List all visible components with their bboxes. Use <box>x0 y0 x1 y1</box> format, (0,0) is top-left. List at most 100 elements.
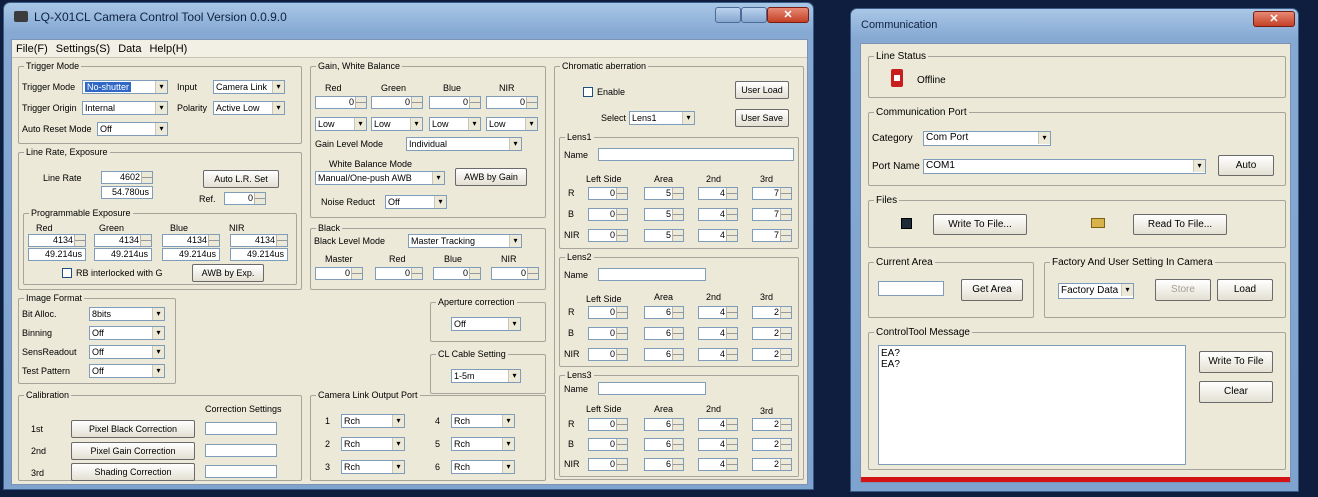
trigger-mode-select[interactable]: No-shutter <box>82 80 168 94</box>
trigger-origin-select[interactable]: Internal <box>82 101 168 115</box>
input-select[interactable]: Camera Link <box>213 80 285 94</box>
lens1-b-left[interactable]: 0 <box>588 208 628 221</box>
port-4-select[interactable]: Rch <box>451 414 515 428</box>
message-write-to-file-button[interactable]: Write To File <box>1199 351 1273 373</box>
lens1-b-area[interactable]: 5 <box>644 208 684 221</box>
maximize-button[interactable] <box>741 7 767 23</box>
lens3-b-2nd[interactable]: 4 <box>698 438 738 451</box>
line-rate-spinner[interactable]: 4602 <box>101 171 153 184</box>
port-name-select[interactable]: COM1 <box>923 159 1206 174</box>
lens3-r-2nd[interactable]: 4 <box>698 418 738 431</box>
close-button[interactable]: ✕ <box>767 7 809 23</box>
factory-data-select[interactable]: Factory Data <box>1058 283 1134 299</box>
gain-blue-level-select[interactable]: Low <box>429 117 481 131</box>
lens2-b-area[interactable]: 6 <box>644 327 684 340</box>
gain-blue-spinner[interactable]: 0 <box>429 96 481 109</box>
lens1-b-2nd[interactable]: 4 <box>698 208 738 221</box>
shading-correction-button[interactable]: Shading Correction <box>71 463 195 481</box>
lens2-nir-left[interactable]: 0 <box>588 348 628 361</box>
auto-button[interactable]: Auto <box>1218 155 1274 176</box>
black-master-spinner[interactable]: 0 <box>315 267 363 280</box>
menu-data[interactable]: Data <box>114 43 145 55</box>
lens1-r-3rd[interactable]: 7 <box>752 187 792 200</box>
cl-cable-select[interactable]: 1-5m <box>451 369 521 383</box>
comm-close-button[interactable]: ✕ <box>1253 11 1295 27</box>
black-level-mode-select[interactable]: Master Tracking <box>408 234 522 248</box>
sens-readout-select[interactable]: Off <box>89 345 165 359</box>
auto-reset-select[interactable]: Off <box>97 122 168 136</box>
ref-spinner[interactable]: 0 <box>224 192 266 205</box>
lens2-nir-2nd[interactable]: 4 <box>698 348 738 361</box>
pixel-gain-correction-button[interactable]: Pixel Gain Correction <box>71 442 195 460</box>
lens3-nir-area[interactable]: 6 <box>644 458 684 471</box>
lens1-r-2nd[interactable]: 4 <box>698 187 738 200</box>
gain-green-spinner[interactable]: 0 <box>371 96 423 109</box>
user-save-button[interactable]: User Save <box>735 109 789 127</box>
port-3-select[interactable]: Rch <box>341 460 405 474</box>
rb-interlocked-checkbox[interactable] <box>62 268 72 278</box>
lens2-nir-area[interactable]: 6 <box>644 348 684 361</box>
menu-help[interactable]: Help(H) <box>145 43 191 55</box>
lens2-name-field[interactable] <box>598 268 706 281</box>
pixel-black-correction-button[interactable]: Pixel Black Correction <box>71 420 195 438</box>
gain-red-level-select[interactable]: Low <box>315 117 367 131</box>
aperture-select[interactable]: Off <box>451 317 521 331</box>
port-5-select[interactable]: Rch <box>451 437 515 451</box>
lens3-nir-left[interactable]: 0 <box>588 458 628 471</box>
lens1-b-3rd[interactable]: 7 <box>752 208 792 221</box>
lens1-nir-left[interactable]: 0 <box>588 229 628 242</box>
lens2-nir-3rd[interactable]: 2 <box>752 348 792 361</box>
gain-nir-spinner[interactable]: 0 <box>486 96 538 109</box>
user-load-button[interactable]: User Load <box>735 81 789 99</box>
lens1-r-left[interactable]: 0 <box>588 187 628 200</box>
lens3-b-3rd[interactable]: 2 <box>752 438 792 451</box>
lens1-nir-2nd[interactable]: 4 <box>698 229 738 242</box>
menu-settings[interactable]: Settings(S) <box>52 43 114 55</box>
lens1-nir-3rd[interactable]: 7 <box>752 229 792 242</box>
black-blue-spinner[interactable]: 0 <box>433 267 481 280</box>
bit-alloc-select[interactable]: 8bits <box>89 307 165 321</box>
lens2-b-left[interactable]: 0 <box>588 327 628 340</box>
lens1-nir-area[interactable]: 5 <box>644 229 684 242</box>
gain-nir-level-select[interactable]: Low <box>486 117 538 131</box>
lens2-b-2nd[interactable]: 4 <box>698 327 738 340</box>
minimize-button[interactable] <box>715 7 741 23</box>
lens2-r-left[interactable]: 0 <box>588 306 628 319</box>
lens-select[interactable]: Lens1 <box>629 111 695 125</box>
clear-button[interactable]: Clear <box>1199 381 1273 403</box>
port-1-select[interactable]: Rch <box>341 414 405 428</box>
awb-by-gain-button[interactable]: AWB by Gain <box>455 168 527 186</box>
auto-lr-set-button[interactable]: Auto L.R. Set <box>203 170 279 188</box>
exp-nir-spinner[interactable]: 4134 <box>230 234 288 247</box>
binning-select[interactable]: Off <box>89 326 165 340</box>
lens1-r-area[interactable]: 5 <box>644 187 684 200</box>
get-area-button[interactable]: Get Area <box>961 279 1023 301</box>
port-2-select[interactable]: Rch <box>341 437 405 451</box>
exp-blue-spinner[interactable]: 4134 <box>162 234 220 247</box>
lens1-name-field[interactable] <box>598 148 794 161</box>
black-red-spinner[interactable]: 0 <box>375 267 423 280</box>
test-pattern-select[interactable]: Off <box>89 364 165 378</box>
lens2-b-3rd[interactable]: 2 <box>752 327 792 340</box>
polarity-select[interactable]: Active Low <box>213 101 285 115</box>
gain-green-level-select[interactable]: Low <box>371 117 423 131</box>
wb-mode-select[interactable]: Manual/One-push AWB <box>315 171 445 185</box>
write-to-file-button[interactable]: Write To File... <box>933 214 1027 235</box>
port-6-select[interactable]: Rch <box>451 460 515 474</box>
lens3-b-left[interactable]: 0 <box>588 438 628 451</box>
enable-checkbox[interactable] <box>583 87 593 97</box>
lens3-name-field[interactable] <box>598 382 706 395</box>
lens3-nir-2nd[interactable]: 4 <box>698 458 738 471</box>
exp-red-spinner[interactable]: 4134 <box>28 234 86 247</box>
black-nir-spinner[interactable]: 0 <box>491 267 539 280</box>
exp-green-spinner[interactable]: 4134 <box>94 234 152 247</box>
lens3-nir-3rd[interactable]: 2 <box>752 458 792 471</box>
store-button[interactable]: Store <box>1155 279 1211 301</box>
lens3-r-3rd[interactable]: 2 <box>752 418 792 431</box>
lens3-b-area[interactable]: 6 <box>644 438 684 451</box>
gain-level-mode-select[interactable]: Individual <box>406 137 522 151</box>
category-select[interactable]: Com Port <box>923 131 1051 146</box>
lens3-r-left[interactable]: 0 <box>588 418 628 431</box>
menu-file[interactable]: File(F) <box>12 43 52 55</box>
read-to-file-button[interactable]: Read To File... <box>1133 214 1227 235</box>
